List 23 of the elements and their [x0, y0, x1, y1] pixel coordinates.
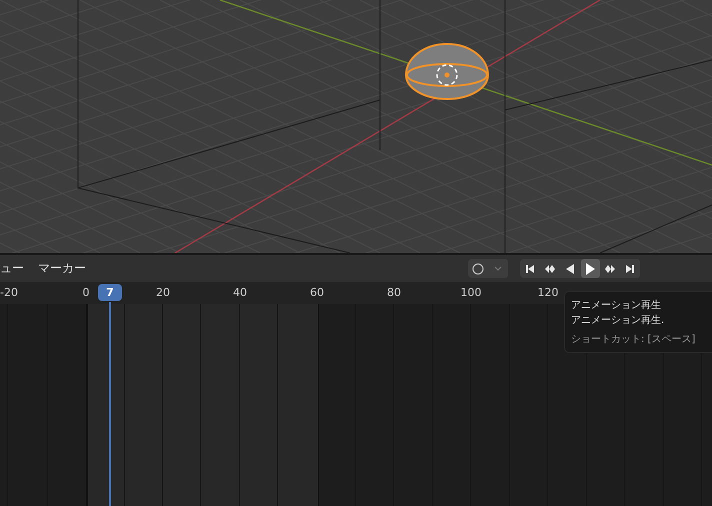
frame-number: 80 — [387, 286, 401, 299]
frame-number: 0 — [82, 286, 90, 299]
current-frame-indicator[interactable]: 7 — [98, 284, 122, 301]
menu-item[interactable]: マーカー — [38, 260, 86, 277]
next-keyframe-icon — [604, 264, 616, 274]
frame-number: -20 — [0, 286, 18, 299]
frame-number: 40 — [233, 286, 247, 299]
frame-number: 100 — [460, 286, 482, 299]
play-icon — [585, 262, 595, 274]
tooltip-text: アニメーション再生. — [571, 314, 666, 327]
jump-start-icon — [525, 264, 535, 274]
frame-number: 60 — [310, 286, 324, 299]
circle-icon — [472, 262, 484, 274]
tooltip-text: ショートカット: [スペース] — [571, 333, 696, 346]
tooltip-text: アニメーション再生 — [571, 298, 662, 312]
menu-item[interactable]: ュー — [0, 260, 24, 277]
frame-number: 20 — [156, 286, 170, 299]
jump-end-icon — [625, 264, 635, 274]
play-reverse-icon — [565, 264, 575, 274]
chevron-down-icon — [494, 266, 502, 271]
playback-button[interactable] — [580, 259, 600, 278]
previous-keyframe-icon — [544, 264, 556, 274]
frame-number: 120 — [538, 286, 558, 299]
